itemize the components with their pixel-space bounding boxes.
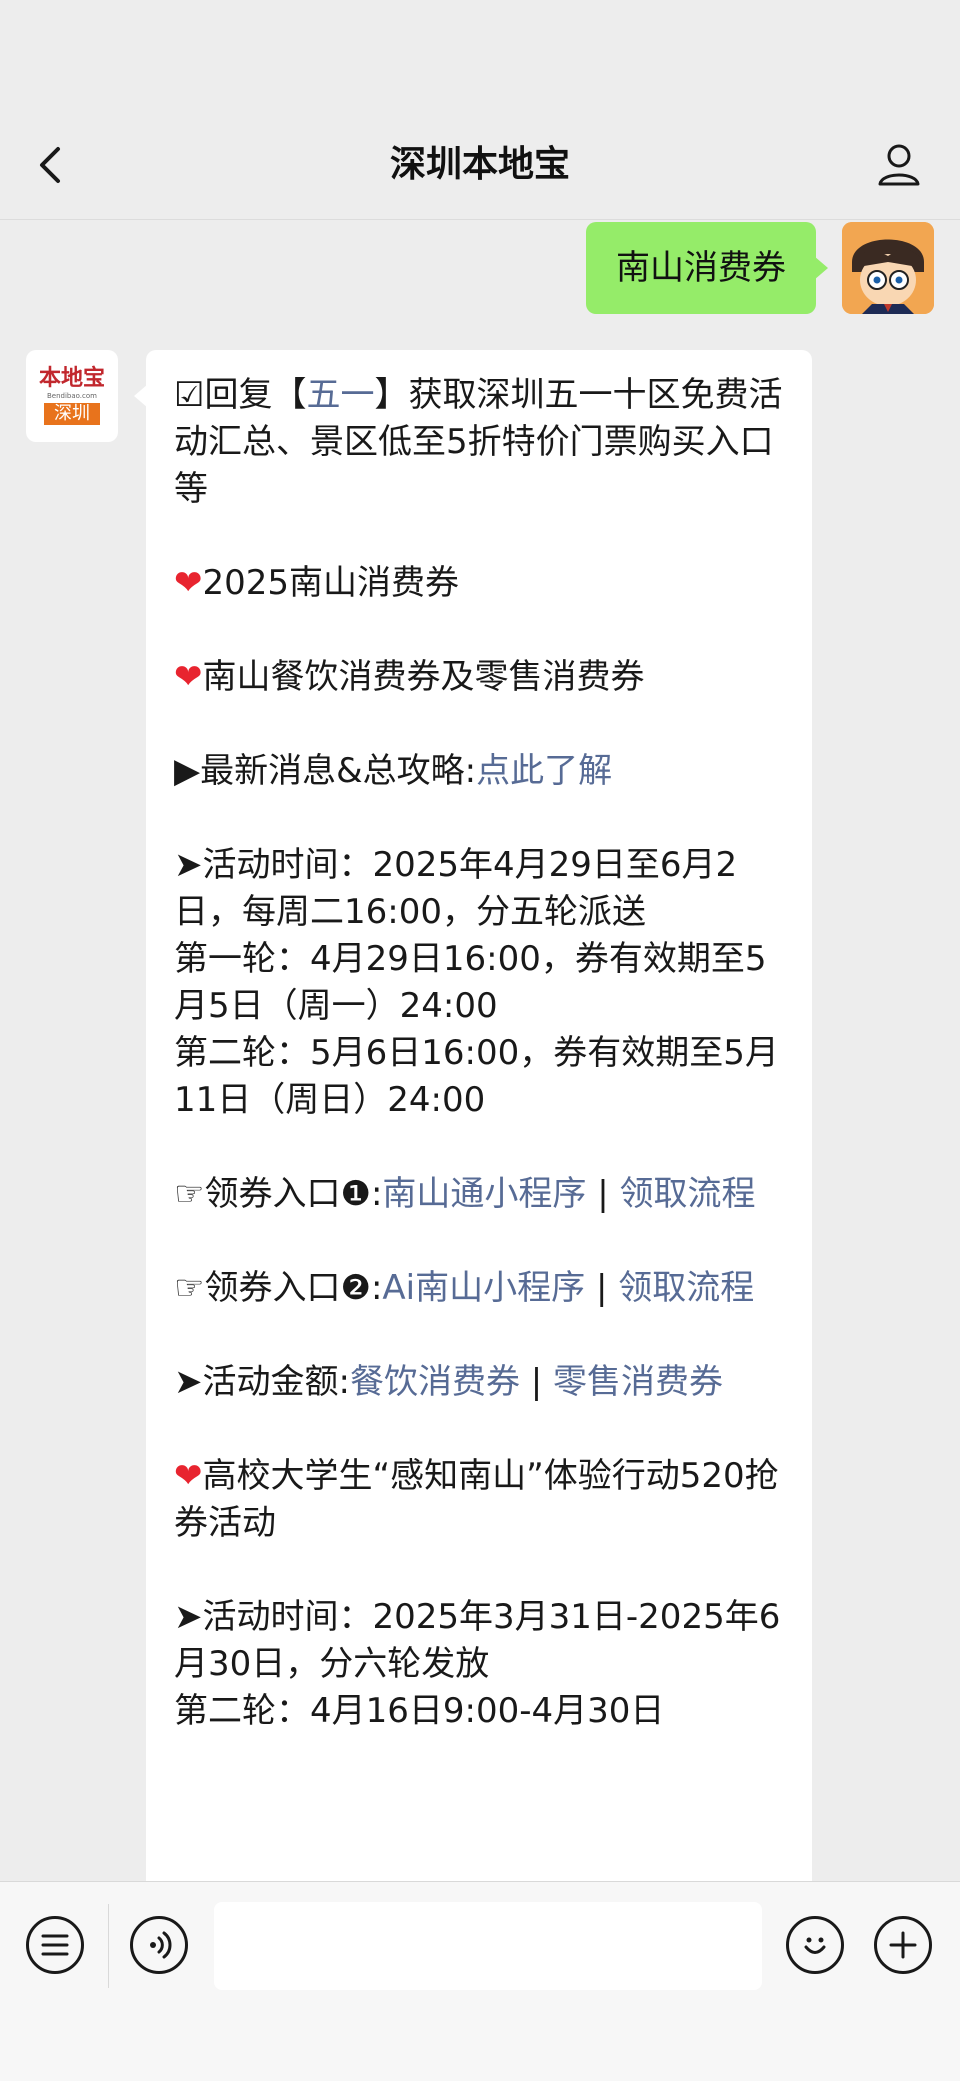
menu-button[interactable] [26,1916,84,1974]
separator: | [586,1174,620,1214]
heart-icon: ❤ [174,657,203,697]
incoming-message-bubble: ☑回复【五一】获取深圳五一十区免费活动汇总、景区低至5折特价门票购买入口等 ❤2… [146,350,812,1970]
heading-text: 高校大学生“感知南山”体验行动520抢券活动 [174,1456,779,1543]
student-activity-time-line: ➤活动时间：2025年3月31日-2025年6月30日，分六轮发放 [174,1597,781,1684]
logo-city: 深圳 [44,403,100,425]
official-account-avatar[interactable]: 本地宝 Bendibao.com 深圳 [26,350,118,442]
news-prefix: ▶最新消息&总攻略: [174,751,477,791]
activity-time-line: ➤活动时间：2025年4月29日至6月2日，每周二16:00，分五轮派送 [174,845,738,932]
user-avatar[interactable] [842,222,934,314]
logo-url: Bendibao.com [46,392,97,400]
navigation-bar: 深圳本地宝 [0,0,960,220]
dining-voucher-link[interactable]: 餐饮消费券 [350,1362,520,1402]
activity-amount-line: ➤活动金额:餐饮消费券 | 零售消费券 [174,1359,784,1406]
student-activity-time-block: ➤活动时间：2025年3月31日-2025年6月30日，分六轮发放 第二轮：4月… [174,1594,784,1735]
learn-more-link[interactable]: 点此了解 [476,751,612,791]
add-button[interactable] [874,1916,932,1974]
student-round-two-line: 第二轮：4月16日9:00-4月30日 [174,1691,665,1731]
entry-one-line: ☞领券入口❶:南山通小程序 | 领取流程 [174,1171,784,1218]
ai-nanshan-miniprogram-link[interactable]: Ai南山小程序 [382,1268,585,1308]
chat-title: 深圳本地宝 [389,144,570,185]
wuyi-link[interactable]: 五一 [306,375,374,415]
claim-process-link-1[interactable]: 领取流程 [620,1174,756,1214]
heart-icon: ❤ [174,1456,203,1496]
entry-two-prefix: ☞领券入口❷: [174,1268,383,1308]
input-toolbar [0,1881,960,2081]
profile-button[interactable] [874,140,924,190]
toolbar-divider [108,1904,109,1988]
emoji-icon [804,1937,826,1954]
entry-one-prefix: ☞领券入口❶: [174,1174,383,1214]
separator: | [585,1268,619,1308]
plus-icon [889,1931,917,1959]
nanshantong-miniprogram-link[interactable]: 南山通小程序 [382,1174,586,1214]
round-one-line: 第一轮：4月29日16:00，券有效期至5月5日（周一）24:00 [174,939,767,1026]
entry-two-line: ☞领券入口❷:Ai南山小程序 | 领取流程 [174,1265,784,1312]
menu-list-icon [41,1934,69,1956]
retail-voucher-link[interactable]: 零售消费券 [553,1362,723,1402]
reply-hint-paragraph: ☑回复【五一】获取深圳五一十区免费活动汇总、景区低至5折特价门票购买入口等 [174,372,784,513]
heading-dining-retail: ❤南山餐饮消费券及零售消费券 [174,654,784,701]
outgoing-message-bubble[interactable]: 南山消费券 [586,222,828,314]
voice-icon [150,1931,172,1959]
message-input[interactable] [214,1902,762,1990]
heading-student-activity: ❤高校大学生“感知南山”体验行动520抢券活动 [174,1453,784,1547]
amount-prefix: ➤活动金额: [174,1362,350,1402]
logo-text: 本地宝 [38,366,105,391]
heading-nanshan-2025: ❤2025南山消费券 [174,560,784,607]
heart-icon: ❤ [174,563,203,603]
heading-text: 南山餐饮消费券及零售消费券 [202,657,645,697]
person-icon [878,144,920,186]
round-two-line: 第二轮：5月6日16:00，券有效期至5月11日（周日）24:00 [174,1033,779,1120]
outgoing-message-row: 南山消费券 [586,222,934,314]
reply-hint-prefix: ☑回复【 [174,375,307,415]
heading-text: 2025南山消费券 [202,563,460,603]
claim-process-link-2[interactable]: 领取流程 [618,1268,754,1308]
latest-news-line: ▶最新消息&总攻略:点此了解 [174,748,784,795]
emoji-button[interactable] [786,1916,844,1974]
activity-time-block: ➤活动时间：2025年4月29日至6月2日，每周二16:00，分五轮派送 第一轮… [174,842,784,1124]
voice-button[interactable] [130,1916,188,1974]
user-avatar-image [842,222,934,314]
separator: | [519,1362,554,1402]
